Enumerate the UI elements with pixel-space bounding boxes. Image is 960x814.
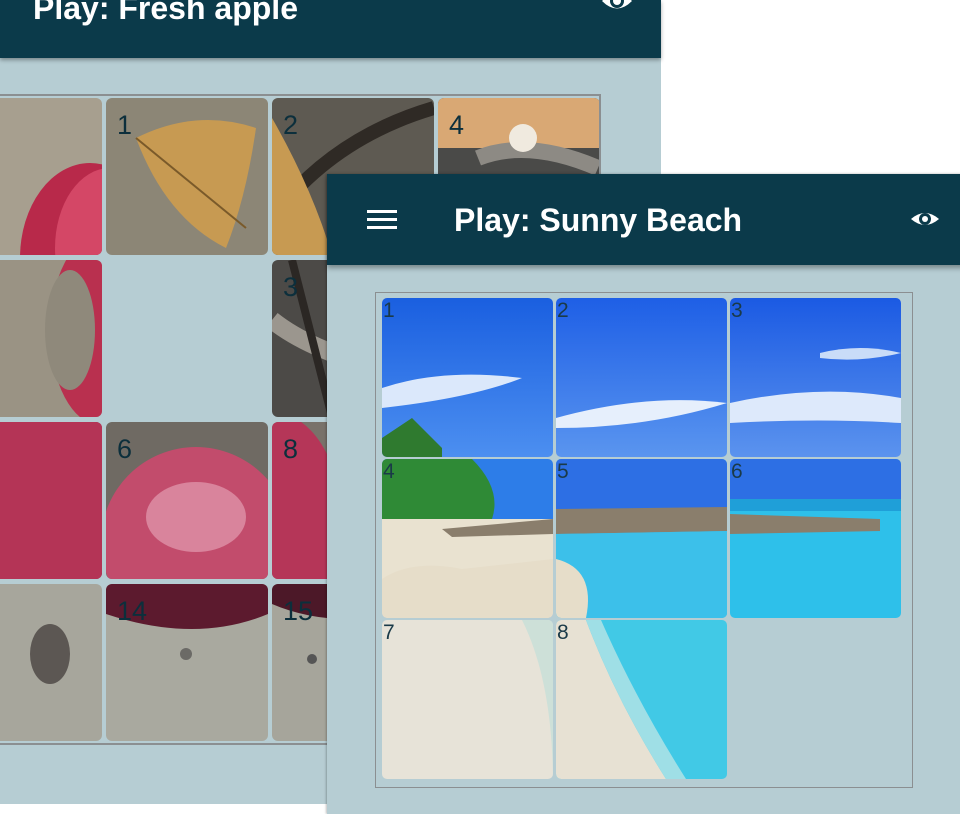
- puzzle-tile[interactable]: 2: [556, 298, 727, 457]
- tile-number: 1: [117, 110, 133, 140]
- tile-number: 4: [449, 110, 465, 140]
- puzzle-tile[interactable]: 6: [106, 422, 268, 579]
- tile-number: 3: [283, 272, 299, 302]
- tile-number: 2: [283, 110, 299, 140]
- puzzle-tile[interactable]: 1: [382, 298, 553, 457]
- puzzle-tile[interactable]: 14: [106, 584, 268, 741]
- page-title: Play: Sunny Beach: [454, 202, 743, 238]
- puzzle-tile[interactable]: [0, 260, 102, 417]
- app-bar: Play: Fresh apple: [0, 0, 661, 58]
- hamburger-menu-icon[interactable]: [365, 207, 399, 233]
- puzzle-tile[interactable]: 1: [106, 98, 268, 255]
- sunny-beach-board: 1 2 3 4 5 6 7 8: [375, 292, 913, 788]
- puzzle-tile[interactable]: [0, 98, 102, 255]
- tile-number: 8: [557, 621, 569, 644]
- tile-number: 15: [283, 596, 314, 626]
- puzzle-tile[interactable]: 6: [730, 459, 901, 618]
- puzzle-tile[interactable]: [0, 422, 102, 579]
- page-title: Play: Fresh apple: [33, 0, 298, 26]
- tile-number: 6: [117, 434, 133, 464]
- tile-number: 5: [557, 460, 569, 483]
- tile-number: 2: [557, 299, 569, 322]
- tile-number: 14: [117, 596, 148, 626]
- puzzle-tile[interactable]: 8: [556, 620, 727, 779]
- puzzle-tile[interactable]: 4: [382, 459, 553, 618]
- app-bar: Play: Sunny Beach: [327, 174, 960, 265]
- tile-number: 7: [383, 621, 395, 644]
- eye-icon[interactable]: [909, 207, 941, 231]
- tile-number: 6: [731, 460, 743, 483]
- puzzle-tile[interactable]: 3: [730, 298, 901, 457]
- sunny-beach-window: Play: Sunny Beach 1 2 3 4 5 6 7 8: [327, 174, 960, 814]
- puzzle-tile[interactable]: 5: [556, 459, 727, 618]
- tile-number: 1: [383, 299, 395, 322]
- tile-number: 4: [383, 460, 395, 483]
- tile-number: 3: [731, 299, 743, 322]
- puzzle-tile[interactable]: [0, 584, 102, 741]
- eye-icon[interactable]: [600, 0, 634, 16]
- tile-number: 8: [283, 434, 299, 464]
- puzzle-tile[interactable]: 7: [382, 620, 553, 779]
